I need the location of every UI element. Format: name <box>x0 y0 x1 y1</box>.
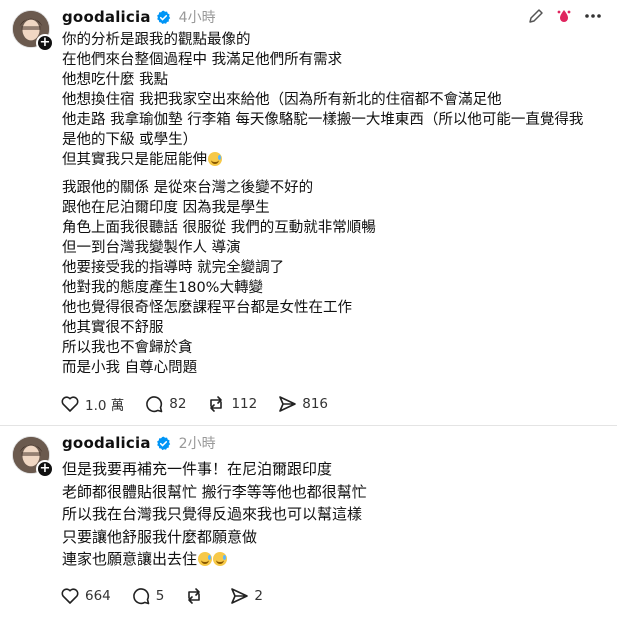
post-top-actions <box>527 6 603 26</box>
like-count: 664 <box>85 588 111 604</box>
repost-button[interactable] <box>184 586 209 606</box>
pencil-icon[interactable] <box>527 7 545 25</box>
text-line: 但是我要再補充一件事！在尼泊爾跟印度 <box>62 460 333 478</box>
like-button[interactable]: 664 <box>60 586 111 606</box>
text-line: 他想換住宿 我把我家空出來給他（因為所有新北的住宿都不會滿足他 <box>62 92 502 108</box>
post-stats: 1.0 萬 82 112 816 <box>60 394 348 414</box>
post-text-paragraph: 你的分析是跟我的觀點最像的 在他們來台整個過程中 我滿足他們所有需求 他想吃什麼… <box>62 30 602 170</box>
follow-plus-icon[interactable]: + <box>36 34 54 52</box>
repost-icon <box>188 588 201 604</box>
avatar[interactable]: + <box>12 436 54 478</box>
share-icon <box>231 588 249 604</box>
repost-button[interactable]: 112 <box>206 394 257 414</box>
post-time: 4小時 <box>178 10 216 26</box>
post: + goodalicia 4小時 你的分析是跟我的觀點最像的 在他們來台整個過程… <box>0 0 617 425</box>
comment-button[interactable]: 5 <box>131 586 165 606</box>
share-count: 816 <box>302 396 329 412</box>
grin-sweat-emoji-icon <box>213 552 228 566</box>
text-line: 他也覺得很奇怪怎麼課程平台都是女性在工作 <box>62 300 352 316</box>
grin-sweat-emoji-icon <box>208 152 222 166</box>
share-button[interactable]: 816 <box>277 394 328 414</box>
text-line: 他想吃什麼 我點 <box>62 72 169 88</box>
username[interactable]: goodalicia <box>62 8 151 26</box>
text-line: 他要接受我的指導時 就完全變調了 <box>62 260 285 276</box>
post-stats: 664 5 2 <box>60 586 283 606</box>
text-line: 所以我在台灣我只覺得反過來我也可以幫這樣 <box>62 505 363 523</box>
text-line: 是他的下級 或學生） <box>62 132 198 148</box>
like-count: 1.0 萬 <box>85 398 125 414</box>
text-line: 你的分析是跟我的觀點最像的 <box>62 32 251 48</box>
follow-plus-icon[interactable]: + <box>36 460 54 478</box>
grin-sweat-emoji-icon <box>198 552 213 566</box>
username[interactable]: goodalicia <box>62 434 151 452</box>
share-count: 2 <box>254 588 263 604</box>
comment-count: 82 <box>169 396 187 412</box>
verified-badge-icon <box>156 10 170 24</box>
text-line: 只要讓他舒服我什麼都願意做 <box>62 527 258 546</box>
verified-badge-icon <box>156 436 170 450</box>
like-button[interactable]: 1.0 萬 <box>60 394 124 414</box>
post-time: 2小時 <box>178 436 216 452</box>
text-line: 角色上面我很聽話 很服從 我們的互動就非常順暢 <box>62 220 376 236</box>
comment-count: 5 <box>155 588 165 604</box>
text-line: 但其實我只是能屈能伸 <box>62 150 602 170</box>
repost-icon <box>210 396 223 412</box>
text-line: 在他們來台整個過程中 我滿足他們所有需求 <box>62 52 343 68</box>
text-segment: 但其實我只是能屈能伸 <box>62 152 207 168</box>
heart-drop-icon[interactable] <box>555 7 573 25</box>
post-text-paragraph: 我跟他的關係 是從來台灣之後變不好的 跟他在尼泊爾印度 因為我是學生 角色上面我… <box>62 178 602 378</box>
text-line: 所以我也不會歸於貪 <box>62 340 193 356</box>
threads-feed: + goodalicia 4小時 你的分析是跟我的觀點最像的 在他們來台整個過程… <box>0 0 617 627</box>
repost-count: 112 <box>231 396 258 412</box>
text-line: 但一到台灣我變製作人 導演 <box>62 240 241 256</box>
more-icon[interactable] <box>583 6 603 26</box>
text-line: 他對我的態度產生180%大轉變 <box>62 280 263 296</box>
post-header: goodalicia 2小時 <box>62 432 216 454</box>
text-line: 而是小我 自尊心問題 <box>62 360 198 376</box>
share-icon <box>279 396 297 412</box>
text-line: 老師都很體貼很幫忙 搬行李等等他也都很幫忙 <box>62 482 367 501</box>
text-line: 連家也願意讓出去住 <box>62 548 602 571</box>
comment-icon <box>146 396 163 413</box>
share-button[interactable]: 2 <box>229 586 263 606</box>
heart-icon <box>61 396 79 412</box>
text-line: 跟他在尼泊爾印度 因為我是學生 <box>62 200 270 216</box>
text-segment: 連家也願意讓出去住 <box>62 550 198 568</box>
comment-icon <box>132 588 150 605</box>
post-header: goodalicia 4小時 <box>62 6 216 28</box>
comment-button[interactable]: 82 <box>144 394 186 414</box>
text-line: 他走路 我拿瑜伽墊 行李箱 每天像駱駝一樣搬一大堆東西（所以他可能一直覺得我 <box>62 112 584 128</box>
text-line: 他其實很不舒服 <box>62 320 164 336</box>
heart-icon <box>61 588 79 604</box>
post-text-paragraph: 但是我要再補充一件事！在尼泊爾跟印度 老師都很體貼很幫忙 搬行李等等他也都很幫忙… <box>62 458 602 571</box>
avatar[interactable]: + <box>12 10 54 52</box>
text-line: 我跟他的關係 是從來台灣之後變不好的 <box>62 180 314 196</box>
